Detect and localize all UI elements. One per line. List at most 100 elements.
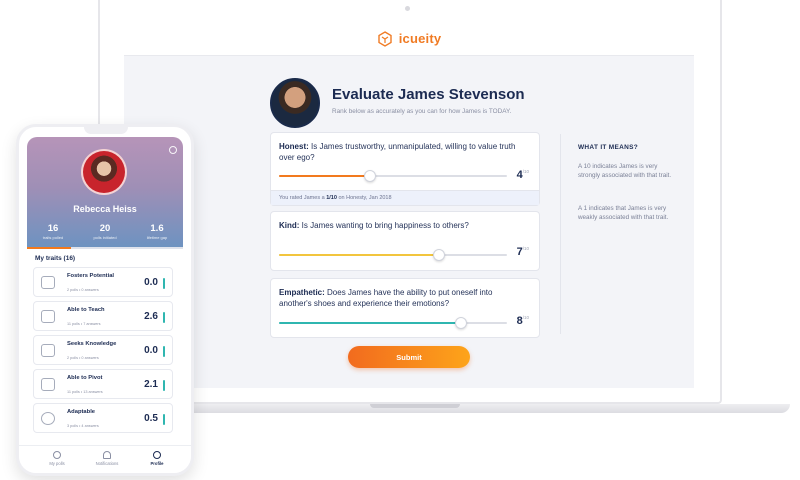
trait-score-bar (163, 312, 165, 323)
note-prefix: You rated James a (279, 195, 325, 201)
handshake-icon (41, 276, 55, 289)
profile-icon (153, 451, 161, 459)
trait-name: Able to Teach (67, 307, 105, 313)
header-progress (27, 247, 183, 249)
question-text: Honest: Is James trustworthy, unmanipula… (279, 142, 524, 163)
icueity-logo-icon (378, 30, 392, 47)
submit-button[interactable]: Submit (348, 346, 470, 368)
avatar (81, 149, 127, 195)
rating-score-suffix: /10 (522, 246, 529, 251)
brand-name: icueity (398, 31, 442, 46)
trait-meta: 11 polls • 7 answers (67, 322, 101, 326)
trait-score: 0.0 (144, 345, 158, 356)
note-rating: 1/10 (326, 195, 337, 201)
adapt-icon (41, 412, 55, 425)
trait-score-bar (163, 380, 165, 391)
gear-icon[interactable] (169, 146, 177, 154)
stat-label: traits polled (42, 235, 64, 240)
tab-label: Notifications (95, 461, 119, 466)
question-body: Is James trustworthy, unmanipulated, wil… (279, 142, 516, 162)
question-card-kind: Kind: Is James wanting to bring happines… (270, 211, 540, 271)
trait-name: Able to Pivot (67, 375, 103, 381)
book-icon (41, 344, 55, 357)
rating-score: 7/10 (517, 246, 529, 258)
question-body: Is James wanting to bring happiness to o… (301, 221, 469, 230)
list-item[interactable]: Able to Teach 11 polls • 7 answers 2.6 (33, 301, 173, 331)
list-item[interactable]: Adaptable 3 polls • 4 answers 0.5 (33, 403, 173, 433)
trait-score-bar (163, 346, 165, 357)
slider-fill (279, 175, 371, 177)
header-progress-fill (27, 247, 71, 249)
trait-name: Seeks Knowledge (67, 341, 117, 347)
question-card-honest: Honest: Is James trustworthy, unmanipula… (270, 132, 540, 206)
rating-slider[interactable] (279, 170, 507, 182)
trait-meta: 2 polls • 0 answers (67, 356, 99, 360)
traits-title: My traits (16) (35, 255, 76, 262)
stat-label: lifetime gap (146, 235, 168, 240)
question-trait: Empathetic: (279, 288, 325, 297)
profile-header: Rebecca Heiss 16 traits polled 20 polls … (27, 137, 183, 249)
trait-score: 0.0 (144, 277, 158, 288)
slider-handle[interactable] (455, 317, 468, 329)
slider-handle[interactable] (364, 170, 377, 182)
list-item[interactable]: Able to Pivot 11 polls • 13 answers 2.1 (33, 369, 173, 399)
teach-icon (41, 310, 55, 323)
trait-score: 2.6 (144, 311, 158, 322)
polls-icon (53, 451, 61, 459)
laptop-screen: icueity Evaluate James Stevenson Rank be… (124, 22, 694, 388)
slider-fill (279, 322, 462, 324)
rating-score-suffix: /10 (522, 315, 529, 320)
bell-icon (103, 451, 111, 459)
question-trait: Honest: (279, 142, 309, 151)
phone-frame: Rebecca Heiss 16 traits polled 20 polls … (16, 124, 194, 476)
question-card-empathetic: Empathetic: Does James have the ability … (270, 278, 540, 338)
sidebar-text-high: A 10 indicates James is very strongly as… (578, 163, 672, 179)
rating-score-suffix: /10 (522, 169, 529, 174)
stat-polls-initiated: 20 polls initiated (79, 223, 131, 240)
trait-score-bar (163, 414, 165, 425)
stat-lifetime-gap: 1.6 lifetime gap (131, 223, 183, 240)
slider-handle[interactable] (432, 249, 445, 261)
tab-notifications[interactable]: Notifications (81, 451, 133, 466)
trait-meta: 2 polls • 0 answers (67, 288, 99, 292)
trait-score: 2.1 (144, 379, 158, 390)
note-suffix: on Honesty, Jan 2018 (338, 195, 392, 201)
stat-value: 20 (99, 223, 111, 234)
tab-label: Profile (150, 461, 164, 466)
trait-name: Adaptable (67, 409, 96, 415)
rating-score: 8/10 (517, 315, 529, 327)
list-item[interactable]: Fosters Potential 2 polls • 0 answers 0.… (33, 267, 173, 297)
top-bar: icueity (124, 22, 694, 56)
stat-value: 16 (47, 223, 59, 234)
tab-label: My polls (49, 461, 65, 466)
evaluatee-avatar (270, 78, 320, 128)
trait-meta: 11 polls • 13 answers (67, 390, 103, 394)
sidebar-text-low: A 1 indicates that James is very weakly … (578, 205, 669, 221)
trait-score: 0.5 (144, 413, 158, 424)
list-item[interactable]: Seeks Knowledge 2 polls • 0 answers 0.0 (33, 335, 173, 365)
rating-slider[interactable] (279, 317, 507, 329)
rating-score: 4/10 (517, 169, 529, 181)
previous-rating-note: You rated James a 1/10 on Honesty, Jan 2… (271, 190, 539, 205)
phone-notch (84, 127, 128, 134)
stat-label: polls initiated (93, 235, 117, 240)
question-trait: Kind: (279, 221, 300, 230)
question-text: Kind: Is James wanting to bring happines… (279, 221, 524, 232)
trait-meta: 3 polls • 4 answers (67, 424, 99, 428)
tab-bar: My polls Notifications Profile (19, 445, 191, 473)
trait-name: Fosters Potential (67, 273, 115, 279)
stat-value: 1.6 (150, 223, 164, 234)
stat-traits-polled: 16 traits polled (27, 223, 79, 240)
tab-profile[interactable]: Profile (131, 451, 183, 466)
laptop-notch (370, 404, 460, 408)
sidebar-title: WHAT IT MEANS? (578, 144, 639, 151)
laptop-camera (405, 6, 410, 11)
rating-slider[interactable] (279, 249, 507, 261)
page-title: Evaluate James Stevenson (332, 86, 525, 103)
page-subtitle: Rank below as accurately as you can for … (332, 108, 512, 115)
question-text: Empathetic: Does James have the ability … (279, 288, 524, 309)
pivot-icon (41, 378, 55, 391)
slider-fill (279, 254, 439, 256)
tab-my-polls[interactable]: My polls (31, 451, 83, 466)
sidebar-divider (560, 134, 561, 334)
